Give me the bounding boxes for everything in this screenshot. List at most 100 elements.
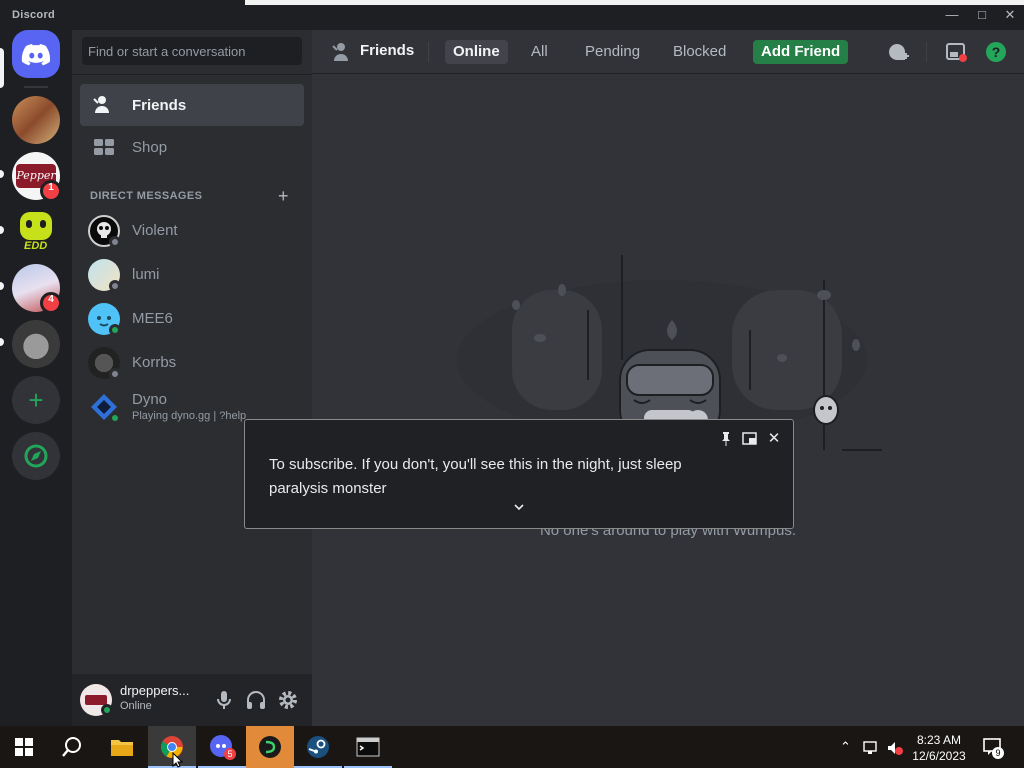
- clock-time: 8:23 AM: [916, 733, 962, 747]
- dm-item-mee6[interactable]: MEE6: [80, 298, 304, 340]
- svg-text:?: ?: [992, 44, 1001, 60]
- shop-icon: [94, 139, 114, 155]
- dm-name: Korrbs: [132, 354, 177, 371]
- nav-item-label: Shop: [132, 138, 168, 156]
- notification-count: 9: [992, 747, 1004, 759]
- topbar-divider: [428, 42, 429, 62]
- deafen-button[interactable]: [244, 688, 268, 712]
- folder-icon: [111, 740, 133, 756]
- mouse-cursor-icon: [172, 752, 184, 768]
- topbar-divider: [926, 42, 927, 62]
- taskbar-app-green[interactable]: [246, 726, 294, 768]
- tab-all[interactable]: All: [523, 40, 556, 64]
- pin-icon: [722, 432, 730, 446]
- expand-button[interactable]: [510, 500, 528, 518]
- selected-pill: [0, 48, 4, 88]
- help-button[interactable]: ?: [984, 40, 1008, 64]
- unread-pill: [0, 338, 4, 346]
- network-icon[interactable]: [862, 740, 880, 756]
- inbox-icon: [946, 43, 967, 62]
- tab-pending[interactable]: Pending: [577, 40, 648, 64]
- status-indicator: [109, 368, 121, 380]
- user-settings-button[interactable]: [276, 688, 300, 712]
- dm-name: lumi: [132, 266, 160, 283]
- unread-pill: [0, 170, 4, 178]
- chevron-down-icon: [514, 504, 524, 511]
- server-rail: Pepper 1 EDD 4 +: [0, 30, 72, 726]
- unread-pill: [0, 282, 4, 290]
- start-button[interactable]: [0, 726, 48, 768]
- server-icon-5[interactable]: [12, 320, 60, 368]
- server-icon-edd[interactable]: EDD: [12, 208, 60, 256]
- gear-icon: [279, 691, 297, 709]
- page-title: Friends: [360, 42, 415, 59]
- friends-topbar: Friends Online All Pending Blocked Add F…: [312, 30, 1024, 74]
- new-group-dm-button[interactable]: [886, 40, 910, 64]
- dm-name: MEE6: [132, 310, 173, 327]
- minimize-button[interactable]: —: [942, 6, 962, 24]
- dm-name: Dyno: [132, 391, 168, 408]
- sidebar-separator: [72, 74, 312, 75]
- compass-icon: [24, 444, 48, 468]
- user-status-indicator: [101, 704, 113, 716]
- tab-online[interactable]: Online: [445, 40, 508, 64]
- taskbar-file-explorer[interactable]: [98, 726, 146, 768]
- explore-servers-button[interactable]: [12, 432, 60, 480]
- dm-item-violent[interactable]: Violent: [80, 210, 304, 252]
- server-icon-1[interactable]: [12, 96, 60, 144]
- popout-icon: [742, 432, 757, 445]
- help-icon: ?: [986, 42, 1006, 62]
- discord-window: Discord — □ ✕ Pepper 1 EDD 4 + Find or s…: [0, 0, 1024, 726]
- status-indicator: [109, 412, 121, 424]
- new-group-dm-icon: [889, 44, 909, 60]
- user-panel: drpeppers... Online: [72, 674, 312, 726]
- taskbar-steam[interactable]: [294, 726, 342, 768]
- taskbar-discord[interactable]: 5: [198, 726, 246, 768]
- inbox-button[interactable]: [944, 40, 968, 64]
- server-badge-4: 4: [40, 292, 62, 314]
- taskbar-terminal[interactable]: [344, 726, 392, 768]
- unread-pill: [0, 226, 4, 234]
- taskbar-clock[interactable]: 8:23 AM 12/6/2023: [906, 732, 972, 764]
- main-content: Friends Online All Pending Blocked Add F…: [312, 30, 1024, 726]
- dm-sidebar: Find or start a conversation Friends Sho…: [72, 30, 312, 726]
- nav-item-friends[interactable]: Friends: [80, 84, 304, 126]
- mute-button[interactable]: [212, 688, 236, 712]
- search-input[interactable]: Find or start a conversation: [82, 37, 302, 65]
- popout-button[interactable]: [741, 430, 759, 448]
- background-window-strip: [245, 0, 1024, 5]
- discord-logo-icon: [21, 44, 51, 66]
- nav-item-shop[interactable]: Shop: [80, 126, 304, 168]
- steam-icon: [307, 736, 329, 758]
- nav-item-label: Friends: [132, 96, 187, 114]
- taskbar-search-button[interactable]: [48, 726, 96, 768]
- pin-button[interactable]: [717, 430, 735, 448]
- home-button[interactable]: [12, 30, 60, 78]
- user-name: drpeppers...: [120, 683, 190, 698]
- maximize-button[interactable]: □: [972, 6, 992, 24]
- app-title: Discord: [12, 9, 56, 21]
- create-dm-button[interactable]: +: [278, 186, 289, 207]
- add-friend-button[interactable]: Add Friend: [753, 40, 849, 64]
- discord-taskbar-badge: 5: [224, 748, 236, 760]
- clock-date: 12/6/2023: [912, 749, 966, 763]
- add-server-button[interactable]: +: [12, 376, 60, 424]
- status-indicator: [109, 324, 121, 336]
- title-bar: Discord — □ ✕: [0, 0, 1024, 30]
- popup-text: To subscribe. If you don't, you'll see t…: [269, 456, 682, 497]
- server-badge-dr-pepper: 1: [40, 180, 62, 202]
- tab-blocked[interactable]: Blocked: [665, 40, 734, 64]
- volume-muted-icon[interactable]: [886, 740, 904, 756]
- dm-item-lumi[interactable]: lumi: [80, 254, 304, 296]
- rail-divider: [24, 86, 48, 88]
- status-indicator: [109, 280, 121, 292]
- popup-close-button[interactable]: ✕: [765, 430, 783, 448]
- show-hidden-icons-button[interactable]: ⌃: [840, 739, 851, 755]
- app-icon: [259, 736, 281, 758]
- dm-item-korrbs[interactable]: Korrbs: [80, 342, 304, 384]
- windows-icon: [15, 738, 33, 756]
- notifications-button[interactable]: 9: [982, 736, 1004, 759]
- close-button[interactable]: ✕: [1000, 6, 1020, 24]
- search-icon: [62, 737, 81, 757]
- friends-icon: [93, 96, 109, 113]
